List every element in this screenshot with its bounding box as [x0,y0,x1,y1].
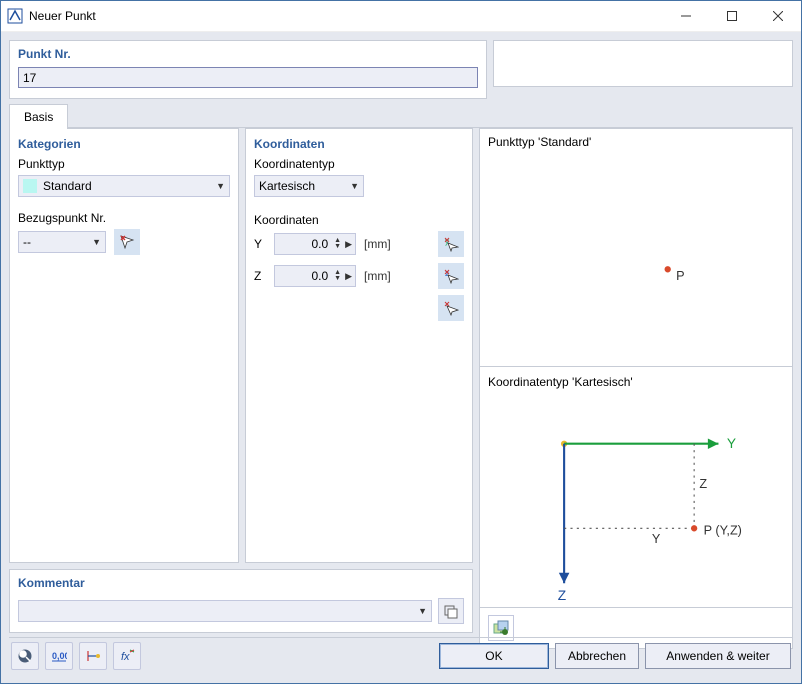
bezugspunkt-label: Bezugspunkt Nr. [18,211,230,225]
pick-y-button[interactable]: y [438,231,464,257]
coord-y-label: Y [254,237,266,251]
kategorien-panel: Kategorien Punkttyp Standard ▼ Bezugspun… [9,128,239,563]
koordinatentyp-combo[interactable]: Kartesisch ▼ [254,175,364,197]
pick-point-button[interactable] [438,295,464,321]
ok-label: OK [485,649,502,663]
svg-text:Z: Z [699,478,707,492]
apply-arrow-icon[interactable]: ▶ [345,271,352,282]
bezugspunkt-value: -- [23,235,92,249]
punkttyp-swatch [23,179,37,193]
coord-z-unit: [mm] [364,269,391,283]
minimize-button[interactable] [663,1,709,31]
coord-z-label: Z [254,269,266,283]
koordinaten-panel: Koordinaten Koordinatentyp Kartesisch ▼ … [245,128,473,563]
anwenden-button[interactable]: Anwenden & weiter [645,643,791,669]
koordinatentyp-value: Kartesisch [259,179,350,193]
svg-text:Y: Y [727,436,736,451]
tabstrip: Basis [9,103,793,128]
svg-text:0,00: 0,00 [52,651,67,661]
client-area: Punkt Nr. Basis Kategorien Punkttyp [1,32,801,683]
pick-z-button[interactable]: z [438,263,464,289]
dialog-neuer-punkt: Neuer Punkt Punkt Nr. Basis [0,0,802,684]
window-title: Neuer Punkt [29,9,96,23]
koordtyp-preview-title: Koordinatentyp 'Kartesisch' [488,375,784,389]
abbrechen-button[interactable]: Abbrechen [555,643,639,669]
kategorien-title: Kategorien [18,137,230,151]
spinner-arrows-icon[interactable]: ▲▼ [334,238,341,250]
maximize-button[interactable] [709,1,755,31]
svg-text:fx: fx [121,651,130,663]
toolbar-units-button[interactable]: 0,00 [45,642,73,670]
punkttyp-preview-title: Punkttyp 'Standard' [488,135,784,149]
punkttyp-combo[interactable]: Standard ▼ [18,175,230,197]
coord-row-y: Y 0.0 ▲▼ ▶ [mm] y [254,231,464,257]
koordinatentyp-label: Koordinatentyp [254,157,464,171]
koordtyp-preview: Y Z Y Z [488,393,784,604]
app-icon [7,8,23,24]
abbrechen-label: Abbrechen [568,649,626,663]
ok-button[interactable]: OK [439,643,549,669]
kommentar-panel: Kommentar ▼ [9,569,473,633]
coord-row-z: Z 0.0 ▲▼ ▶ [mm] z [254,263,464,289]
koordinaten-label: Koordinaten [254,213,464,227]
punkttyp-preview: P [488,153,784,364]
chevron-down-icon: ▼ [418,606,427,616]
punkttyp-label: Punkttyp [18,157,230,171]
punkttyp-value: Standard [43,179,216,193]
dialog-footer: 0,00 fx OK Abbrechen Anwenden & weiter [9,637,793,674]
toolbar-help-button[interactable] [11,642,39,670]
right-illustration-panel: Punkttyp 'Standard' P Koordinatentyp 'Ka… [479,128,793,649]
svg-text:Y: Y [652,533,661,547]
kommentar-title: Kommentar [18,576,464,590]
close-button[interactable] [755,1,801,31]
apply-arrow-icon[interactable]: ▶ [345,239,352,250]
punktnr-label: Punkt Nr. [18,47,478,61]
top-right-preview [493,40,793,87]
coord-y-input[interactable]: 0.0 ▲▼ ▶ [274,233,356,255]
coord-z-input[interactable]: 0.0 ▲▼ ▶ [274,265,356,287]
coord-z-value: 0.0 [278,269,330,283]
spinner-arrows-icon[interactable]: ▲▼ [334,270,341,282]
anwenden-label: Anwenden & weiter [666,649,769,663]
chevron-down-icon: ▼ [350,181,359,191]
toolbar-dimensions-button[interactable] [79,642,107,670]
chevron-down-icon: ▼ [216,181,225,191]
koordinaten-title: Koordinaten [254,137,464,151]
tab-basis[interactable]: Basis [9,104,68,129]
kommentar-combo[interactable]: ▼ [18,600,432,622]
tab-basis-label: Basis [24,110,53,124]
punktnr-panel: Punkt Nr. [9,40,487,99]
toolbar-function-button[interactable]: fx [113,642,141,670]
coord-y-unit: [mm] [364,237,391,251]
svg-text:Z: Z [558,589,566,604]
punktnr-input[interactable] [18,67,478,88]
p-label: P [676,269,684,283]
kommentar-library-button[interactable] [438,598,464,624]
svg-text:P (Y,Z): P (Y,Z) [704,524,742,538]
coord-y-value: 0.0 [278,237,330,251]
bezugspunkt-combo[interactable]: -- ▼ [18,231,106,253]
pick-bezugspunkt-button[interactable] [114,229,140,255]
titlebar: Neuer Punkt [1,1,801,32]
chevron-down-icon: ▼ [92,237,101,247]
